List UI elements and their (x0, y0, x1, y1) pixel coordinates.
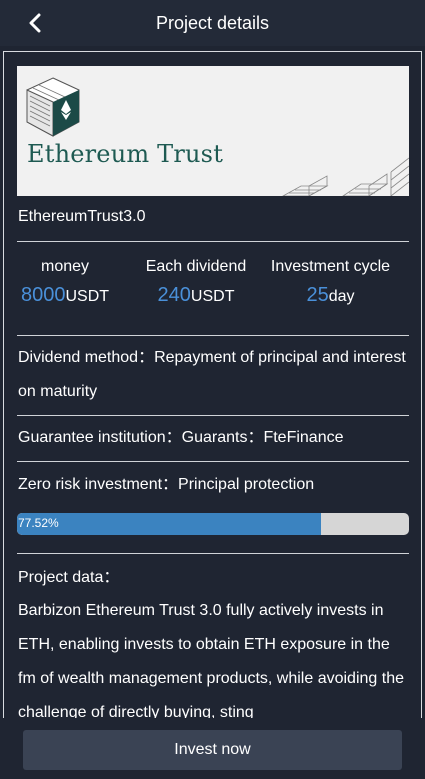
banner-decoration (282, 157, 409, 196)
dividend-method: Dividend method：Repayment of principal a… (18, 349, 406, 400)
back-button[interactable] (22, 10, 48, 36)
banner-logo-text: Ethereum Trust (27, 140, 224, 168)
header-bar: Project details (0, 0, 425, 46)
stat-money-unit: USDT (65, 288, 110, 305)
chevron-left-icon (29, 13, 41, 33)
stat-cycle-value: 25 (306, 284, 329, 306)
divider (17, 461, 409, 462)
project-data-body: Barbizon Ethereum Trust 3.0 fully active… (18, 602, 404, 721)
footer-bar: Invest now (0, 718, 425, 779)
stat-money: money 8000USDT (17, 258, 113, 307)
guarantee-institution: Guarantee institution：Guarants：FteFinanc… (18, 429, 344, 446)
zero-risk-investment: Zero risk investment：Principal protectio… (18, 476, 315, 493)
divider (17, 335, 409, 336)
divider (17, 241, 409, 242)
divider (17, 415, 409, 416)
project-name: EthereumTrust3.0 (18, 208, 146, 225)
divider (17, 553, 409, 554)
progress-fill (17, 513, 321, 535)
progress-label: 77.52% (18, 516, 59, 530)
stat-money-value: 8000 (20, 284, 66, 306)
project-card: Ethereum Trust EthereumTrust3.0 money 80… (3, 51, 422, 731)
stat-dividend-value: 240 (157, 284, 191, 306)
stat-dividend: Each dividend 240USDT (137, 258, 255, 307)
page-title: Project details (155, 12, 270, 33)
stat-cycle-unit: day (328, 288, 355, 305)
stats-row: money 8000USDT Each dividend 240USDT Inv… (17, 258, 409, 318)
stat-dividend-label: Each dividend (145, 258, 247, 275)
stat-money-label: money (40, 258, 90, 275)
project-data-title: Project data： (18, 569, 120, 586)
ethereum-cube-icon (26, 77, 80, 137)
project-banner: Ethereum Trust (17, 66, 409, 196)
invest-now-button[interactable]: Invest now (23, 730, 402, 770)
stat-cycle-label: Investment cycle (270, 258, 391, 275)
stat-cycle: Investment cycle 25day (262, 258, 399, 307)
progress-bar: 77.52% (17, 513, 409, 535)
stat-dividend-unit: USDT (190, 288, 235, 305)
